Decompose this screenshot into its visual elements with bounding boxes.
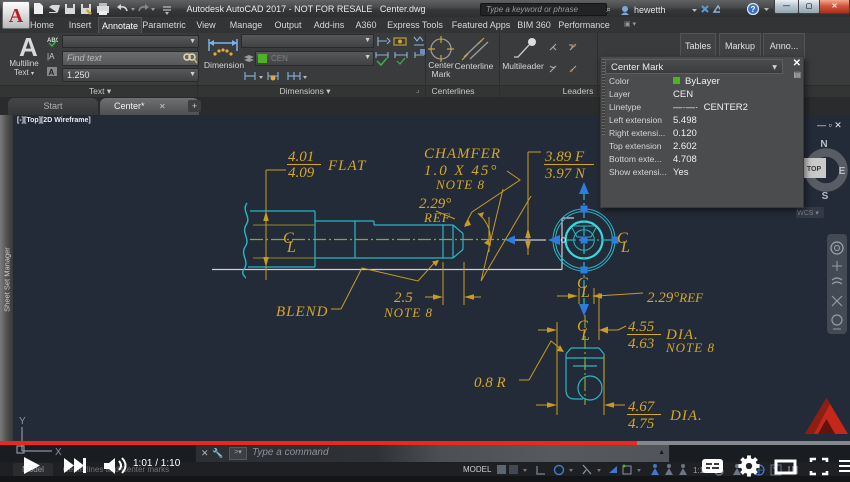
svg-text:4.55: 4.55 — [628, 319, 655, 335]
svg-text:S: S — [822, 191, 829, 202]
svg-text:L: L — [580, 284, 590, 301]
svg-text:Y: Y — [19, 416, 26, 427]
svg-text:NOTE 8: NOTE 8 — [383, 305, 433, 320]
svg-text:4.01: 4.01 — [288, 149, 314, 165]
svg-text:L: L — [580, 327, 590, 344]
svg-text:E: E — [839, 166, 846, 177]
svg-text:4.67: 4.67 — [628, 399, 656, 415]
svg-text:4.09: 4.09 — [288, 165, 315, 181]
svg-text:— ▫ ✕: — ▫ ✕ — [817, 120, 842, 130]
svg-text:WCS ▾: WCS ▾ — [797, 210, 819, 217]
svg-text:2.5: 2.5 — [394, 290, 413, 306]
svg-text:REF: REF — [423, 210, 451, 225]
svg-text:A: A — [9, 5, 24, 27]
svg-text:3.89 F: 3.89 F — [544, 149, 585, 165]
svg-text:L: L — [286, 239, 296, 256]
svg-text:4.75: 4.75 — [628, 416, 655, 432]
svg-text:NOTE 8: NOTE 8 — [435, 177, 485, 192]
svg-text:3.97 N: 3.97 N — [544, 166, 586, 182]
svg-text:N: N — [820, 139, 827, 150]
svg-text:L: L — [620, 239, 630, 256]
svg-text:0.8 R: 0.8 R — [474, 375, 506, 391]
svg-text:2.29°REF: 2.29°REF — [647, 290, 704, 306]
svg-text:FLAT: FLAT — [327, 158, 367, 174]
svg-text:CHAMFER: CHAMFER — [424, 146, 501, 162]
svg-text:TOP: TOP — [807, 166, 822, 173]
svg-text:NOTE 8: NOTE 8 — [665, 340, 715, 355]
svg-text:4.63: 4.63 — [628, 336, 654, 352]
svg-text:BLEND: BLEND — [276, 304, 329, 320]
svg-text:DIA.: DIA. — [669, 408, 703, 424]
